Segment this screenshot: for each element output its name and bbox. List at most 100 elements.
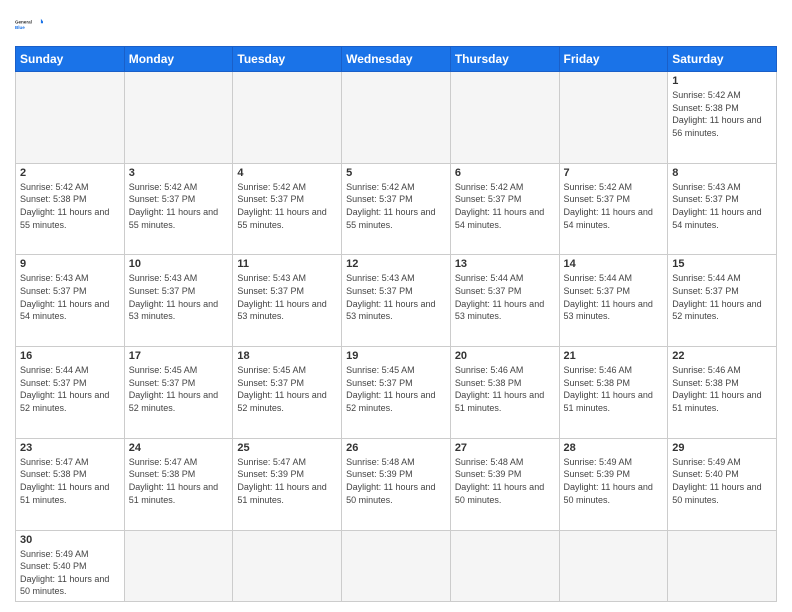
- day-number: 21: [564, 350, 664, 362]
- calendar-cell: 8 Sunrise: 5:43 AMSunset: 5:37 PMDaylight…: [668, 163, 777, 255]
- day-info: Sunrise: 5:42 AMSunset: 5:38 PMDaylight:…: [672, 89, 772, 139]
- calendar-cell: 26 Sunrise: 5:48 AMSunset: 5:39 PMDayligh…: [342, 438, 451, 530]
- day-number: 6: [455, 167, 555, 179]
- day-number: 11: [237, 258, 337, 270]
- day-info: Sunrise: 5:46 AMSunset: 5:38 PMDaylight:…: [564, 364, 664, 414]
- day-number: 7: [564, 167, 664, 179]
- day-number: 14: [564, 258, 664, 270]
- calendar-cell: 14Sunrise: 5:44 AMSunset: 5:37 PMDayligh…: [559, 255, 668, 347]
- weekday-header-friday: Friday: [559, 47, 668, 72]
- day-number: 25: [237, 442, 337, 454]
- day-number: 16: [20, 350, 120, 362]
- day-info: Sunrise: 5:45 AMSunset: 5:37 PMDaylight:…: [129, 364, 229, 414]
- calendar-cell: 15Sunrise: 5:44 AMSunset: 5:37 PMDayligh…: [668, 255, 777, 347]
- calendar-cell: [450, 530, 559, 601]
- day-info: Sunrise: 5:47 AMSunset: 5:38 PMDaylight:…: [20, 456, 120, 506]
- weekday-header-row: SundayMondayTuesdayWednesdayThursdayFrid…: [16, 47, 777, 72]
- day-number: 28: [564, 442, 664, 454]
- calendar-cell: 9 Sunrise: 5:43 AMSunset: 5:37 PMDaylight…: [16, 255, 125, 347]
- day-number: 26: [346, 442, 446, 454]
- weekday-header-saturday: Saturday: [668, 47, 777, 72]
- day-number: 8: [672, 167, 772, 179]
- header: General Blue: [15, 10, 777, 38]
- day-info: Sunrise: 5:42 AMSunset: 5:38 PMDaylight:…: [20, 181, 120, 231]
- calendar-cell: 29Sunrise: 5:49 AMSunset: 5:40 PMDayligh…: [668, 438, 777, 530]
- calendar-cell: [16, 72, 125, 164]
- day-info: Sunrise: 5:49 AMSunset: 5:39 PMDaylight:…: [564, 456, 664, 506]
- day-number: 13: [455, 258, 555, 270]
- calendar-cell: 17 Sunrise: 5:45 AMSunset: 5:37 PMDayligh…: [124, 347, 233, 439]
- day-info: Sunrise: 5:42 AMSunset: 5:37 PMDaylight:…: [237, 181, 337, 231]
- calendar-cell: 4Sunrise: 5:42 AMSunset: 5:37 PMDaylight…: [233, 163, 342, 255]
- calendar-cell: 13 Sunrise: 5:44 AMSunset: 5:37 PMDayligh…: [450, 255, 559, 347]
- calendar-cell: 25 Sunrise: 5:47 AMSunset: 5:39 PMDayligh…: [233, 438, 342, 530]
- day-info: Sunrise: 5:44 AMSunset: 5:37 PMDaylight:…: [455, 272, 555, 322]
- calendar-cell: [450, 72, 559, 164]
- day-info: Sunrise: 5:43 AMSunset: 5:37 PMDaylight:…: [237, 272, 337, 322]
- day-number: 18: [237, 350, 337, 362]
- day-info: Sunrise: 5:47 AMSunset: 5:38 PMDaylight:…: [129, 456, 229, 506]
- day-number: 2: [20, 167, 120, 179]
- day-number: 10: [129, 258, 229, 270]
- week-row-4: 16 Sunrise: 5:44 AMSunset: 5:37 PMDayligh…: [16, 347, 777, 439]
- svg-text:General: General: [15, 19, 32, 24]
- day-info: Sunrise: 5:42 AMSunset: 5:37 PMDaylight:…: [455, 181, 555, 231]
- day-info: Sunrise: 5:46 AMSunset: 5:38 PMDaylight:…: [455, 364, 555, 414]
- calendar-cell: 19Sunrise: 5:45 AMSunset: 5:37 PMDayligh…: [342, 347, 451, 439]
- calendar-cell: 2 Sunrise: 5:42 AMSunset: 5:38 PMDaylight…: [16, 163, 125, 255]
- calendar-cell: 1 Sunrise: 5:42 AMSunset: 5:38 PMDaylight…: [668, 72, 777, 164]
- day-number: 9: [20, 258, 120, 270]
- calendar-cell: 21 Sunrise: 5:46 AMSunset: 5:38 PMDayligh…: [559, 347, 668, 439]
- day-info: Sunrise: 5:44 AMSunset: 5:37 PMDaylight:…: [20, 364, 120, 414]
- day-info: Sunrise: 5:45 AMSunset: 5:37 PMDaylight:…: [346, 364, 446, 414]
- day-info: Sunrise: 5:43 AMSunset: 5:37 PMDaylight:…: [672, 181, 772, 231]
- page: General Blue SundayMondayTuesdayWednesda…: [0, 0, 792, 612]
- calendar-cell: 11 Sunrise: 5:43 AMSunset: 5:37 PMDayligh…: [233, 255, 342, 347]
- calendar-cell: 7 Sunrise: 5:42 AMSunset: 5:37 PMDaylight…: [559, 163, 668, 255]
- day-number: 24: [129, 442, 229, 454]
- week-row-3: 9 Sunrise: 5:43 AMSunset: 5:37 PMDaylight…: [16, 255, 777, 347]
- logo-icon: General Blue: [15, 10, 43, 38]
- calendar-cell: 30 Sunrise: 5:49 AMSunset: 5:40 PMDayligh…: [16, 530, 125, 601]
- day-info: Sunrise: 5:43 AMSunset: 5:37 PMDaylight:…: [346, 272, 446, 322]
- calendar-cell: 27Sunrise: 5:48 AMSunset: 5:39 PMDayligh…: [450, 438, 559, 530]
- weekday-header-thursday: Thursday: [450, 47, 559, 72]
- day-info: Sunrise: 5:42 AMSunset: 5:37 PMDaylight:…: [564, 181, 664, 231]
- day-number: 12: [346, 258, 446, 270]
- calendar-cell: [559, 530, 668, 601]
- day-info: Sunrise: 5:43 AMSunset: 5:37 PMDaylight:…: [20, 272, 120, 322]
- calendar-cell: [342, 72, 451, 164]
- calendar-cell: [124, 530, 233, 601]
- weekday-header-sunday: Sunday: [16, 47, 125, 72]
- week-row-6: 30 Sunrise: 5:49 AMSunset: 5:40 PMDayligh…: [16, 530, 777, 601]
- calendar-cell: [342, 530, 451, 601]
- calendar-cell: 16 Sunrise: 5:44 AMSunset: 5:37 PMDayligh…: [16, 347, 125, 439]
- calendar-cell: [668, 530, 777, 601]
- day-info: Sunrise: 5:43 AMSunset: 5:37 PMDaylight:…: [129, 272, 229, 322]
- day-info: Sunrise: 5:42 AMSunset: 5:37 PMDaylight:…: [346, 181, 446, 231]
- day-number: 5: [346, 167, 446, 179]
- day-number: 1: [672, 75, 772, 87]
- weekday-header-wednesday: Wednesday: [342, 47, 451, 72]
- day-number: 17: [129, 350, 229, 362]
- day-number: 27: [455, 442, 555, 454]
- day-number: 22: [672, 350, 772, 362]
- calendar-cell: 20 Sunrise: 5:46 AMSunset: 5:38 PMDayligh…: [450, 347, 559, 439]
- day-number: 20: [455, 350, 555, 362]
- day-info: Sunrise: 5:45 AMSunset: 5:37 PMDaylight:…: [237, 364, 337, 414]
- calendar-cell: [124, 72, 233, 164]
- day-info: Sunrise: 5:49 AMSunset: 5:40 PMDaylight:…: [672, 456, 772, 506]
- weekday-header-monday: Monday: [124, 47, 233, 72]
- calendar-cell: 10 Sunrise: 5:43 AMSunset: 5:37 PMDayligh…: [124, 255, 233, 347]
- week-row-5: 23Sunrise: 5:47 AMSunset: 5:38 PMDayligh…: [16, 438, 777, 530]
- day-number: 30: [20, 534, 120, 546]
- svg-text:Blue: Blue: [15, 25, 25, 30]
- day-info: Sunrise: 5:47 AMSunset: 5:39 PMDaylight:…: [237, 456, 337, 506]
- day-info: Sunrise: 5:49 AMSunset: 5:40 PMDaylight:…: [20, 548, 120, 598]
- day-info: Sunrise: 5:42 AMSunset: 5:37 PMDaylight:…: [129, 181, 229, 231]
- day-info: Sunrise: 5:48 AMSunset: 5:39 PMDaylight:…: [346, 456, 446, 506]
- calendar-cell: [559, 72, 668, 164]
- week-row-2: 2 Sunrise: 5:42 AMSunset: 5:38 PMDaylight…: [16, 163, 777, 255]
- day-info: Sunrise: 5:44 AMSunset: 5:37 PMDaylight:…: [672, 272, 772, 322]
- day-number: 3: [129, 167, 229, 179]
